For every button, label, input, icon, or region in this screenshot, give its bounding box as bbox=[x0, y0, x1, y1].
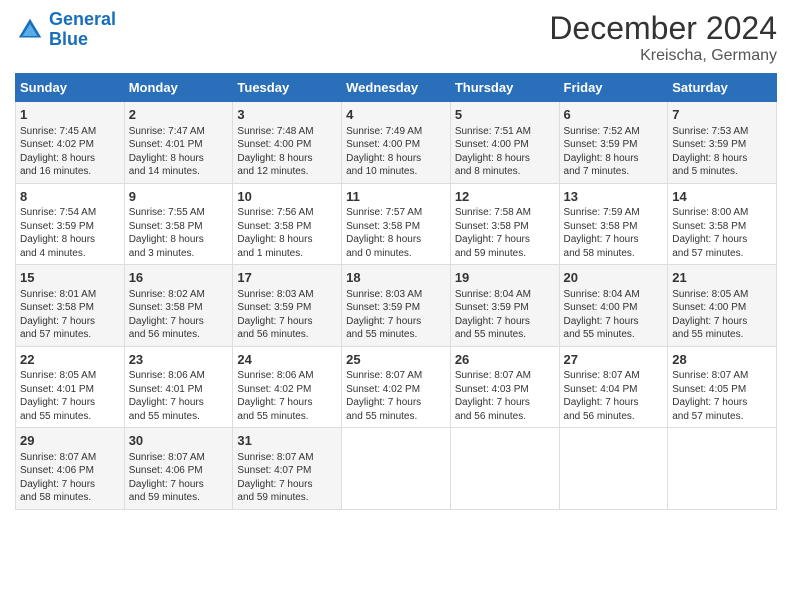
logo: General Blue bbox=[15, 10, 116, 50]
calendar-week: 15 Sunrise: 8:01 AM Sunset: 3:58 PM Dayl… bbox=[16, 265, 777, 347]
day-cell: 9 Sunrise: 7:55 AM Sunset: 3:58 PM Dayli… bbox=[124, 183, 233, 265]
calendar-week: 1 Sunrise: 7:45 AM Sunset: 4:02 PM Dayli… bbox=[16, 102, 777, 184]
col-saturday: Saturday bbox=[668, 74, 777, 102]
day-cell: 21 Sunrise: 8:05 AM Sunset: 4:00 PM Dayl… bbox=[668, 265, 777, 347]
logo-line2: Blue bbox=[49, 29, 88, 49]
calendar-week: 29 Sunrise: 8:07 AM Sunset: 4:06 PM Dayl… bbox=[16, 428, 777, 510]
day-cell: 30 Sunrise: 8:07 AM Sunset: 4:06 PM Dayl… bbox=[124, 428, 233, 510]
day-cell: 1 Sunrise: 7:45 AM Sunset: 4:02 PM Dayli… bbox=[16, 102, 125, 184]
day-cell: 22 Sunrise: 8:05 AM Sunset: 4:01 PM Dayl… bbox=[16, 346, 125, 428]
day-cell: 13 Sunrise: 7:59 AM Sunset: 3:58 PM Dayl… bbox=[559, 183, 668, 265]
calendar-table: Sunday Monday Tuesday Wednesday Thursday… bbox=[15, 73, 777, 510]
col-monday: Monday bbox=[124, 74, 233, 102]
day-cell: 15 Sunrise: 8:01 AM Sunset: 3:58 PM Dayl… bbox=[16, 265, 125, 347]
day-cell: 8 Sunrise: 7:54 AM Sunset: 3:59 PM Dayli… bbox=[16, 183, 125, 265]
logo-icon bbox=[15, 15, 45, 45]
col-thursday: Thursday bbox=[450, 74, 559, 102]
calendar-week: 8 Sunrise: 7:54 AM Sunset: 3:59 PM Dayli… bbox=[16, 183, 777, 265]
day-cell: 12 Sunrise: 7:58 AM Sunset: 3:58 PM Dayl… bbox=[450, 183, 559, 265]
title-block: December 2024 Kreischa, Germany bbox=[549, 10, 777, 65]
day-cell: 27 Sunrise: 8:07 AM Sunset: 4:04 PM Dayl… bbox=[559, 346, 668, 428]
col-friday: Friday bbox=[559, 74, 668, 102]
col-sunday: Sunday bbox=[16, 74, 125, 102]
day-cell: 10 Sunrise: 7:56 AM Sunset: 3:58 PM Dayl… bbox=[233, 183, 342, 265]
day-cell: 19 Sunrise: 8:04 AM Sunset: 3:59 PM Dayl… bbox=[450, 265, 559, 347]
day-cell: 20 Sunrise: 8:04 AM Sunset: 4:00 PM Dayl… bbox=[559, 265, 668, 347]
empty-cell bbox=[668, 428, 777, 510]
calendar-title: December 2024 bbox=[549, 10, 777, 47]
day-cell: 17 Sunrise: 8:03 AM Sunset: 3:59 PM Dayl… bbox=[233, 265, 342, 347]
calendar-week: 22 Sunrise: 8:05 AM Sunset: 4:01 PM Dayl… bbox=[16, 346, 777, 428]
day-cell: 6 Sunrise: 7:52 AM Sunset: 3:59 PM Dayli… bbox=[559, 102, 668, 184]
day-cell: 3 Sunrise: 7:48 AM Sunset: 4:00 PM Dayli… bbox=[233, 102, 342, 184]
calendar-subtitle: Kreischa, Germany bbox=[549, 47, 777, 65]
header: General Blue December 2024 Kreischa, Ger… bbox=[15, 10, 777, 65]
empty-cell bbox=[559, 428, 668, 510]
day-cell: 24 Sunrise: 8:06 AM Sunset: 4:02 PM Dayl… bbox=[233, 346, 342, 428]
day-cell: 2 Sunrise: 7:47 AM Sunset: 4:01 PM Dayli… bbox=[124, 102, 233, 184]
day-cell: 26 Sunrise: 8:07 AM Sunset: 4:03 PM Dayl… bbox=[450, 346, 559, 428]
day-cell: 28 Sunrise: 8:07 AM Sunset: 4:05 PM Dayl… bbox=[668, 346, 777, 428]
day-cell: 11 Sunrise: 7:57 AM Sunset: 3:58 PM Dayl… bbox=[342, 183, 451, 265]
day-cell: 4 Sunrise: 7:49 AM Sunset: 4:00 PM Dayli… bbox=[342, 102, 451, 184]
main-container: General Blue December 2024 Kreischa, Ger… bbox=[0, 0, 792, 520]
day-cell: 29 Sunrise: 8:07 AM Sunset: 4:06 PM Dayl… bbox=[16, 428, 125, 510]
day-cell: 16 Sunrise: 8:02 AM Sunset: 3:58 PM Dayl… bbox=[124, 265, 233, 347]
day-cell: 23 Sunrise: 8:06 AM Sunset: 4:01 PM Dayl… bbox=[124, 346, 233, 428]
day-cell: 18 Sunrise: 8:03 AM Sunset: 3:59 PM Dayl… bbox=[342, 265, 451, 347]
empty-cell bbox=[450, 428, 559, 510]
logo-text: General Blue bbox=[49, 10, 116, 50]
empty-cell bbox=[342, 428, 451, 510]
day-cell: 25 Sunrise: 8:07 AM Sunset: 4:02 PM Dayl… bbox=[342, 346, 451, 428]
day-cell: 31 Sunrise: 8:07 AM Sunset: 4:07 PM Dayl… bbox=[233, 428, 342, 510]
day-cell: 5 Sunrise: 7:51 AM Sunset: 4:00 PM Dayli… bbox=[450, 102, 559, 184]
day-cell: 14 Sunrise: 8:00 AM Sunset: 3:58 PM Dayl… bbox=[668, 183, 777, 265]
header-row: Sunday Monday Tuesday Wednesday Thursday… bbox=[16, 74, 777, 102]
col-wednesday: Wednesday bbox=[342, 74, 451, 102]
day-cell: 7 Sunrise: 7:53 AM Sunset: 3:59 PM Dayli… bbox=[668, 102, 777, 184]
logo-line1: General bbox=[49, 9, 116, 29]
col-tuesday: Tuesday bbox=[233, 74, 342, 102]
